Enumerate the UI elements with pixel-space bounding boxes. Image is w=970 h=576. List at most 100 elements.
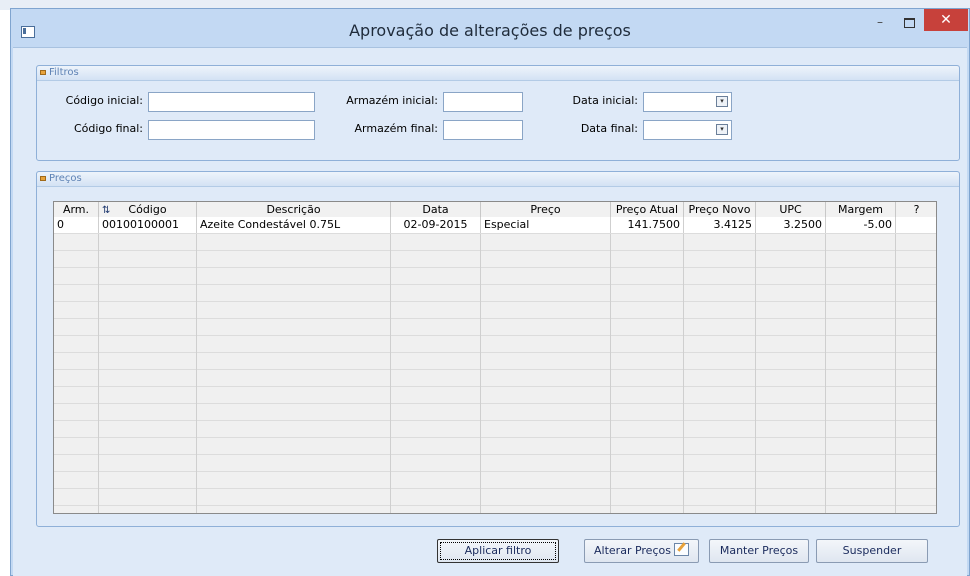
col-header-help[interactable]: ?: [896, 202, 936, 217]
grid-line: [610, 438, 611, 455]
grid-line: [755, 319, 756, 336]
grid-line: [755, 251, 756, 268]
table-row-empty[interactable]: [54, 302, 936, 319]
grid-line: [755, 285, 756, 302]
table-row-empty[interactable]: [54, 268, 936, 285]
close-button[interactable]: ✕: [924, 9, 968, 31]
filters-group-header[interactable]: Filtros: [37, 66, 959, 81]
grid-line: [895, 336, 896, 353]
edit-icon: [673, 543, 689, 556]
dropdown-calendar-icon[interactable]: ▾: [716, 124, 728, 135]
minimize-button[interactable]: –: [869, 15, 891, 33]
grid-line: [390, 336, 391, 353]
cell-upc: 3.2500: [756, 217, 826, 233]
table-row-empty[interactable]: [54, 489, 936, 506]
grid-line: [98, 489, 99, 506]
grid-line: [755, 302, 756, 319]
sort-az-icon[interactable]: ⇅: [102, 203, 110, 217]
table-row-empty[interactable]: [54, 370, 936, 387]
table-row-empty[interactable]: [54, 404, 936, 421]
grid-line: [755, 421, 756, 438]
window-client-area: Filtros Código inicial: Código final: Ar…: [13, 47, 967, 576]
codigo-inicial-input[interactable]: [148, 92, 315, 112]
col-header-codigo[interactable]: ⇅ Código: [99, 202, 197, 217]
grid-line: [825, 370, 826, 387]
apply-filter-button[interactable]: Aplicar filtro: [437, 539, 559, 563]
table-row-empty[interactable]: [54, 234, 936, 251]
table-row-empty[interactable]: [54, 387, 936, 404]
col-header-preco-novo[interactable]: Preço Novo: [684, 202, 756, 217]
grid-line: [895, 404, 896, 421]
grid-line: [196, 285, 197, 302]
prices-group-header[interactable]: Preços: [37, 172, 959, 187]
grid-line: [895, 234, 896, 251]
grid-line: [825, 387, 826, 404]
title-bar[interactable]: Aprovação de alterações de preços – ✕: [11, 9, 969, 47]
grid-line: [610, 370, 611, 387]
collapse-arrow-icon[interactable]: [40, 176, 46, 181]
grid-line: [196, 370, 197, 387]
col-header-preco[interactable]: Preço: [481, 202, 611, 217]
table-row-empty[interactable]: [54, 455, 936, 472]
collapse-arrow-icon[interactable]: [40, 70, 46, 75]
col-header-upc[interactable]: UPC: [756, 202, 826, 217]
grid-line: [825, 472, 826, 489]
grid-line: [390, 404, 391, 421]
grid-line: [895, 489, 896, 506]
keep-prices-button[interactable]: Manter Preços: [709, 539, 809, 563]
prices-grid[interactable]: Arm. ⇅ Código Descrição Data Preço Preço…: [53, 201, 937, 514]
grid-line: [895, 421, 896, 438]
grid-line: [480, 438, 481, 455]
grid-line: [683, 251, 684, 268]
table-row-empty[interactable]: [54, 285, 936, 302]
cell-data: 02-09-2015: [391, 217, 481, 233]
cell-margem: -5.00: [826, 217, 896, 233]
table-row-empty[interactable]: [54, 319, 936, 336]
armazem-final-input[interactable]: [443, 120, 523, 140]
grid-line: [683, 489, 684, 506]
grid-line: [895, 302, 896, 319]
grid-line: [98, 404, 99, 421]
maximize-button[interactable]: [899, 15, 921, 33]
window-title: Aprovação de alterações de preços: [349, 21, 631, 40]
grid-line: [755, 455, 756, 472]
grid-line: [196, 489, 197, 506]
col-header-descricao[interactable]: Descrição: [197, 202, 391, 217]
grid-line: [825, 438, 826, 455]
table-row-empty[interactable]: [54, 506, 936, 513]
cell-preco-atual: 141.7500: [611, 217, 684, 233]
grid-line: [895, 472, 896, 489]
grid-line: [390, 370, 391, 387]
grid-line: [98, 387, 99, 404]
grid-line: [610, 387, 611, 404]
col-header-margem[interactable]: Margem: [826, 202, 896, 217]
data-final-picker[interactable]: ▾: [643, 120, 732, 140]
grid-line: [610, 421, 611, 438]
suspend-button[interactable]: Suspender: [816, 539, 928, 563]
codigo-final-label: Código final:: [73, 122, 143, 135]
table-row-empty[interactable]: [54, 353, 936, 370]
change-prices-button[interactable]: Alterar Preços: [584, 539, 699, 563]
codigo-final-input[interactable]: [148, 120, 315, 140]
grid-line: [683, 387, 684, 404]
armazem-inicial-input[interactable]: [443, 92, 523, 112]
col-header-preco-atual[interactable]: Preço Atual: [611, 202, 684, 217]
grid-line: [98, 353, 99, 370]
table-row-empty[interactable]: [54, 438, 936, 455]
table-row-empty[interactable]: [54, 251, 936, 268]
table-row[interactable]: 0 00100100001 Azeite Condestável 0.75L 0…: [54, 217, 936, 234]
table-row-empty[interactable]: [54, 336, 936, 353]
grid-line: [390, 353, 391, 370]
grid-line: [895, 438, 896, 455]
col-header-arm[interactable]: Arm.: [54, 202, 99, 217]
table-row-empty[interactable]: [54, 421, 936, 438]
table-row-empty[interactable]: [54, 472, 936, 489]
grid-line: [480, 234, 481, 251]
data-inicial-picker[interactable]: ▾: [643, 92, 732, 112]
grid-line: [98, 472, 99, 489]
grid-line: [196, 353, 197, 370]
col-header-data[interactable]: Data: [391, 202, 481, 217]
grid-line: [196, 455, 197, 472]
dropdown-calendar-icon[interactable]: ▾: [716, 96, 728, 107]
grid-line: [610, 489, 611, 506]
